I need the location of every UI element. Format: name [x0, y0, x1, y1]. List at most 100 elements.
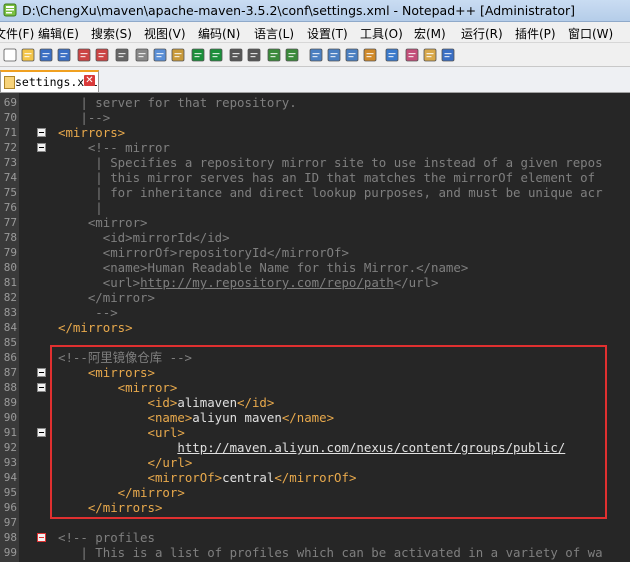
menu-item-11[interactable]: 窗口(W)	[568, 25, 613, 42]
code-line[interactable]: 80 <name>Human Readable Name for this Mi…	[0, 260, 630, 275]
open-file-icon[interactable]	[20, 47, 36, 63]
code-token: <url>	[58, 275, 141, 290]
function-list-icon[interactable]	[404, 47, 420, 63]
close-icon[interactable]	[76, 47, 92, 63]
replace-icon[interactable]	[246, 47, 262, 63]
code-text: -->	[58, 305, 117, 320]
line-number: 99	[3, 546, 17, 559]
menu-item-5[interactable]: 语言(L)	[254, 25, 294, 42]
code-line[interactable]: 69 | server for that repository.	[0, 95, 630, 110]
code-text: | this mirror serves has an ID that matc…	[58, 170, 595, 185]
fold-toggle-icon[interactable]	[37, 368, 46, 377]
code-line[interactable]: 76 |	[0, 200, 630, 215]
cut-icon[interactable]	[134, 47, 150, 63]
tab-strip: settings.xml ✕	[0, 67, 630, 93]
fold-toggle-icon[interactable]	[37, 128, 46, 137]
menu-item-1[interactable]: 编辑(E)	[38, 25, 79, 42]
line-number: 79	[3, 246, 17, 259]
save-icon[interactable]	[38, 47, 54, 63]
new-file-icon[interactable]	[2, 47, 18, 63]
code-line[interactable]: 82 </mirror>	[0, 290, 630, 305]
monitor-icon[interactable]	[440, 47, 456, 63]
menu-item-4[interactable]: 编码(N)	[198, 25, 240, 42]
code-token: |-->	[58, 110, 111, 125]
code-line[interactable]: 99 | This is a list of profiles which ca…	[0, 545, 630, 560]
code-line[interactable]: 74 | this mirror serves has an ID that m…	[0, 170, 630, 185]
code-line[interactable]: 78 <id>mirrorId</id>	[0, 230, 630, 245]
menu-item-3[interactable]: 视图(V)	[144, 25, 186, 42]
title-bar: D:\ChengXu\maven\apache-maven-3.5.2\conf…	[0, 0, 630, 22]
folder-workspace-icon[interactable]	[422, 47, 438, 63]
code-line[interactable]: 98 <!-- profiles	[0, 530, 630, 545]
code-text: | for inheritance and direct lookup purp…	[58, 185, 603, 200]
menu-item-0[interactable]: 文件(F)	[0, 25, 34, 42]
menu-item-7[interactable]: 工具(O)	[360, 25, 403, 42]
window-title: D:\ChengXu\maven\apache-maven-3.5.2\conf…	[22, 3, 576, 18]
line-number: 69	[3, 96, 17, 109]
menu-item-8[interactable]: 宏(M)	[414, 25, 446, 42]
fold-toggle-icon[interactable]	[37, 383, 46, 392]
line-number: 86	[3, 351, 17, 364]
code-token: <mirror>	[58, 215, 148, 230]
code-line[interactable]: 73 | Specifies a repository mirror site …	[0, 155, 630, 170]
editor-area[interactable]: 69 | server for that repository. 70 |--> 7…	[0, 93, 630, 562]
paste-icon[interactable]	[170, 47, 186, 63]
indent-guide-icon[interactable]	[362, 47, 378, 63]
doc-map-icon[interactable]	[384, 47, 400, 63]
tab-settings-xml[interactable]: settings.xml ✕	[0, 70, 99, 92]
code-token: </mirrors>	[58, 320, 133, 335]
line-number: 82	[3, 291, 17, 304]
code-line[interactable]: 83 -->	[0, 305, 630, 320]
line-number: 72	[3, 141, 17, 154]
tab-close-icon[interactable]: ✕	[84, 75, 95, 86]
code-line[interactable]: 81 <url>http://my.repository.com/repo/pa…	[0, 275, 630, 290]
code-token: <!-- profiles	[58, 530, 155, 545]
print-icon[interactable]	[114, 47, 130, 63]
notepadpp-app-icon	[3, 3, 17, 17]
close-all-icon[interactable]	[94, 47, 110, 63]
code-token: <mirrors>	[58, 125, 126, 140]
menu-item-2[interactable]: 搜索(S)	[91, 25, 132, 42]
copy-icon[interactable]	[152, 47, 168, 63]
show-all-chars-icon[interactable]	[344, 47, 360, 63]
line-number: 73	[3, 156, 17, 169]
code-line[interactable]: 75 | for inheritance and direct lookup p…	[0, 185, 630, 200]
undo-icon[interactable]	[190, 47, 206, 63]
code-text: <mirrors>	[58, 125, 125, 140]
code-text: </mirror>	[58, 290, 155, 305]
code-line[interactable]: 79 <mirrorOf>repositoryId</mirrorOf>	[0, 245, 630, 260]
code-line[interactable]: 71 <mirrors>	[0, 125, 630, 140]
code-line[interactable]: 72 <!-- mirror	[0, 140, 630, 155]
code-token: </url>	[393, 275, 439, 290]
find-icon[interactable]	[228, 47, 244, 63]
code-text: <id>mirrorId</id>	[58, 230, 230, 245]
code-token: | for inheritance and direct lookup purp…	[58, 185, 603, 200]
menu-bar: 文件(F)编辑(E) 搜索(S) 视图(V) 编码(N) 语言(L) 设置(T) 工具(O)…	[0, 22, 630, 43]
line-number: 74	[3, 171, 17, 184]
zoom-out-icon[interactable]	[284, 47, 300, 63]
code-text: | Specifies a repository mirror site to …	[58, 155, 602, 170]
annotation-highlight-box	[50, 345, 607, 519]
save-all-icon[interactable]	[56, 47, 72, 63]
code-text: | server for that repository.	[58, 95, 296, 110]
menu-item-6[interactable]: 设置(T)	[307, 25, 348, 42]
zoom-in-icon[interactable]	[266, 47, 282, 63]
code-text: |	[58, 200, 103, 215]
code-text: <!-- mirror	[58, 140, 170, 155]
sync-scroll-icon[interactable]	[308, 47, 324, 63]
line-number: 93	[3, 456, 17, 469]
line-number: 76	[3, 201, 17, 214]
fold-toggle-icon[interactable]	[37, 428, 46, 437]
word-wrap-icon[interactable]	[326, 47, 342, 63]
code-line[interactable]: 77 <mirror>	[0, 215, 630, 230]
menu-item-10[interactable]: 插件(P)	[515, 25, 556, 42]
code-line[interactable]: 70 |-->	[0, 110, 630, 125]
fold-toggle-icon[interactable]	[37, 533, 46, 542]
fold-toggle-icon[interactable]	[37, 143, 46, 152]
redo-icon[interactable]	[208, 47, 224, 63]
code-token: |	[58, 200, 103, 215]
line-number: 75	[3, 186, 17, 199]
line-number: 88	[3, 381, 17, 394]
menu-item-9[interactable]: 运行(R)	[461, 25, 503, 42]
code-line[interactable]: 84 </mirrors>	[0, 320, 630, 335]
